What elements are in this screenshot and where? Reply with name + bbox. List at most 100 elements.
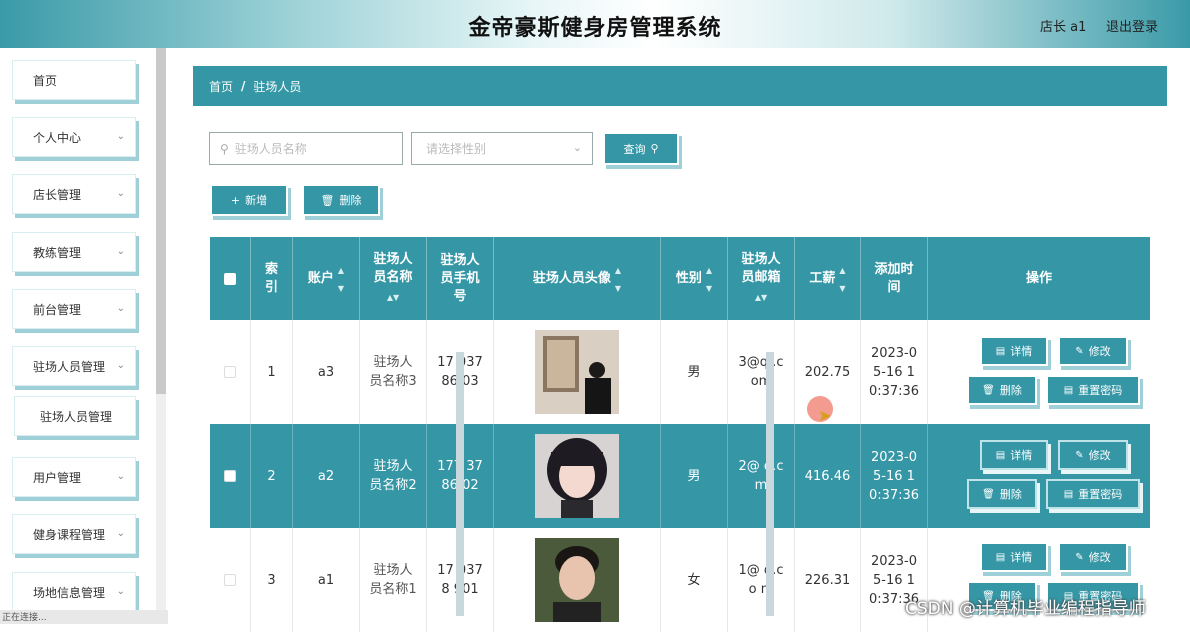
- select-all-checkbox[interactable]: [224, 272, 236, 285]
- row-delete-button-label: 删除: [999, 488, 1022, 501]
- sort-icon[interactable]: ▲▼: [387, 289, 399, 307]
- sidebar-scrollbar-track[interactable]: [156, 394, 166, 624]
- breadcrumb-home[interactable]: 首页: [209, 78, 233, 95]
- col-salary[interactable]: 工薪 ▲ ▼: [795, 237, 861, 320]
- reset-password-button[interactable]: ▤ 重置密码: [1046, 479, 1140, 509]
- trash-icon: 🗑: [982, 488, 995, 500]
- breadcrumb-separator: /: [241, 79, 246, 93]
- cell-gender: 男: [661, 424, 728, 528]
- edit-button[interactable]: ✎ 修改: [1058, 542, 1128, 572]
- col-gender-label: 性别: [675, 270, 702, 286]
- document-icon: ▤: [995, 345, 1006, 357]
- sidebar: 首页 个人中心 ⌄ 店长管理 ⌄ 教练管理 ⌄ 前台管理 ⌄ 驻场人员管理 ⌄ …: [0, 48, 168, 624]
- sidebar-item-label: 场地信息管理: [33, 585, 106, 600]
- delete-button-label: 删除: [339, 194, 362, 207]
- detail-button[interactable]: ▤ 详情: [980, 440, 1048, 470]
- avatar: [535, 538, 619, 622]
- cell-index: 1: [251, 320, 293, 424]
- query-button[interactable]: 查询 ⚲: [603, 132, 679, 165]
- sidebar-item-front-desk[interactable]: 前台管理 ⌄: [12, 289, 136, 329]
- edit-button-label: 修改: [1088, 449, 1111, 462]
- col-name[interactable]: 驻场人 员名称 ▲▼: [360, 237, 427, 320]
- sidebar-item-manager[interactable]: 店长管理 ⌄: [12, 174, 136, 214]
- sort-icon[interactable]: ▲▼: [755, 289, 767, 307]
- col-actions-label: 操作: [1025, 270, 1052, 286]
- sidebar-subitem-staff[interactable]: 驻场人员管理: [14, 396, 136, 436]
- col-account[interactable]: 账户 ▲ ▼: [293, 237, 360, 320]
- edit-button-label: 修改: [1088, 345, 1111, 358]
- avatar: [535, 330, 619, 414]
- logout-link[interactable]: 退出登录: [1106, 16, 1158, 35]
- cell-email: 2@ q.c m: [728, 424, 795, 528]
- sidebar-item-label: 首页: [33, 73, 58, 88]
- cell-email: 1@ q.c o m: [728, 528, 795, 632]
- edit-button[interactable]: ✎ 修改: [1058, 336, 1128, 366]
- row-delete-button[interactable]: 🗑 删除: [967, 375, 1037, 405]
- delete-button[interactable]: 🗑 删除: [302, 184, 380, 216]
- col-name-label: 驻场人 员名称: [373, 251, 413, 285]
- sidebar-item-home[interactable]: 首页: [12, 60, 136, 100]
- chevron-down-icon: ⌄: [572, 141, 582, 154]
- cell-index: 3: [251, 528, 293, 632]
- app-header: 金帝豪斯健身房管理系统 店长 a1 退出登录: [0, 0, 1190, 48]
- row-checkbox[interactable]: [224, 470, 236, 482]
- col-salary-label: 工薪: [809, 270, 836, 286]
- row-delete-button[interactable]: 🗑 删除: [967, 479, 1037, 509]
- sidebar-item-courses[interactable]: 健身课程管理 ⌄: [12, 514, 136, 554]
- row-delete-button-label: 删除: [999, 384, 1022, 397]
- chevron-down-icon: ⌄: [116, 188, 125, 199]
- sidebar-scrollbar-thumb[interactable]: [156, 48, 166, 394]
- col-email[interactable]: 驻场人 员邮箱 ▲▼: [728, 237, 795, 320]
- sort-icon[interactable]: ▲▼: [839, 262, 845, 298]
- gender-select-placeholder: 请选择性别: [426, 142, 487, 156]
- add-button-label: 新增: [245, 194, 268, 207]
- sidebar-item-staff[interactable]: 驻场人员管理 ⌄: [12, 346, 136, 386]
- table-row: 1 a3 驻场人 员名称3 17 037 86 03 男 3@q .c om 2…: [210, 320, 1150, 424]
- avatar: [535, 434, 619, 518]
- row-checkbox[interactable]: [224, 366, 236, 378]
- breadcrumb: 首页 / 驻场人员: [193, 66, 1167, 106]
- col-time-label: 添加时 间: [874, 261, 914, 295]
- sidebar-item-venues[interactable]: 场地信息管理 ⌄: [12, 572, 136, 612]
- cell-avatar: [494, 528, 661, 632]
- gender-select[interactable]: 请选择性别 ⌄: [411, 132, 593, 165]
- staff-name-search-input[interactable]: ⚲ 驻场人员名称: [209, 132, 403, 165]
- cell-gender: 女: [661, 528, 728, 632]
- cell-salary: 226.31: [795, 528, 861, 632]
- detail-button[interactable]: ▤ 详情: [980, 336, 1048, 366]
- table-header: 索 引 账户 ▲ ▼ 驻场人 员名称 ▲▼ 驻场人 员手机 号 驻场人员头像 ▲ ▼…: [210, 237, 1150, 320]
- col-gender[interactable]: 性别 ▲ ▼: [661, 237, 728, 320]
- sidebar-item-label: 前台管理: [33, 302, 82, 317]
- redaction-bar: [766, 352, 774, 616]
- document-icon: ▤: [995, 449, 1006, 461]
- query-button-label: 查询: [623, 142, 646, 156]
- reset-password-button[interactable]: ▤ 重置密码: [1046, 375, 1140, 405]
- detail-button[interactable]: ▤ 详情: [980, 542, 1048, 572]
- sort-icon[interactable]: ▲▼: [338, 262, 344, 298]
- sidebar-item-coach[interactable]: 教练管理 ⌄: [12, 232, 136, 272]
- document-icon: ▤: [1063, 488, 1074, 500]
- sort-icon[interactable]: ▲▼: [706, 262, 712, 298]
- col-index[interactable]: 索 引: [251, 237, 293, 320]
- redaction-bar: [456, 352, 464, 616]
- sidebar-item-profile[interactable]: 个人中心 ⌄: [12, 117, 136, 157]
- sidebar-item-users[interactable]: 用户管理 ⌄: [12, 457, 136, 497]
- cell-time: 2023-0 5-16 1 0:37:36: [861, 320, 928, 424]
- app-title: 金帝豪斯健身房管理系统: [468, 16, 722, 41]
- plus-icon: +: [230, 193, 241, 207]
- col-time[interactable]: 添加时 间: [861, 237, 928, 320]
- row-checkbox[interactable]: [224, 574, 236, 586]
- sidebar-item-label: 驻场人员管理: [40, 409, 113, 424]
- row-checkbox-cell: [210, 528, 251, 632]
- col-phone[interactable]: 驻场人 员手机 号: [427, 237, 494, 320]
- col-avatar[interactable]: 驻场人员头像 ▲ ▼: [494, 237, 661, 320]
- row-checkbox-cell: [210, 320, 251, 424]
- browser-status-bar: 正在连接...: [0, 610, 168, 624]
- sidebar-item-label: 用户管理: [33, 470, 82, 485]
- add-button[interactable]: + 新增: [210, 184, 288, 216]
- sort-icon[interactable]: ▲▼: [615, 262, 621, 298]
- edit-icon: ✎: [1075, 345, 1084, 357]
- edit-button[interactable]: ✎ 修改: [1058, 440, 1128, 470]
- cell-time: 2023-0 5-16 1 0:37:36: [861, 424, 928, 528]
- cell-name: 驻场人 员名称3: [360, 320, 427, 424]
